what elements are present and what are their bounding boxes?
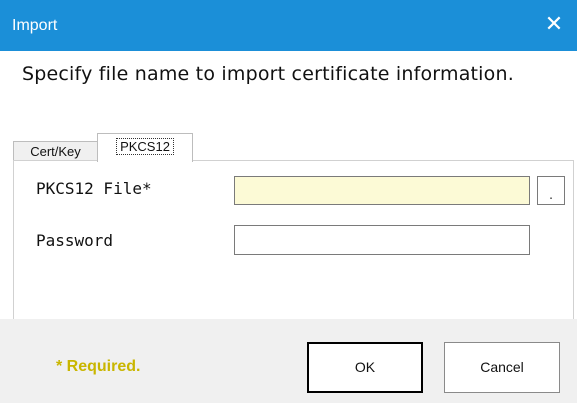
- ok-button[interactable]: OK: [307, 342, 423, 393]
- close-icon[interactable]: ✕: [537, 9, 571, 41]
- cancel-button[interactable]: Cancel: [444, 342, 560, 393]
- tab-cert-key[interactable]: Cert/Key: [13, 141, 98, 162]
- password-input[interactable]: [234, 225, 530, 255]
- tab-pkcs12-label: PKCS12: [116, 138, 174, 155]
- browse-button[interactable]: .: [537, 176, 565, 205]
- password-label: Password: [36, 231, 114, 250]
- required-note: * Required.: [56, 358, 141, 375]
- instruction-text: Specify file name to import certificate …: [22, 63, 514, 85]
- title-bar: Import ✕: [0, 0, 577, 51]
- tab-pkcs12[interactable]: PKCS12: [97, 133, 193, 162]
- window-title: Import: [12, 17, 58, 34]
- pkcs12-file-input[interactable]: [234, 176, 530, 205]
- pkcs12-panel: PKCS12 File* . Password: [13, 160, 574, 320]
- import-dialog: Import ✕ Specify file name to import cer…: [0, 0, 577, 403]
- pkcs12-file-label: PKCS12 File*: [36, 179, 152, 198]
